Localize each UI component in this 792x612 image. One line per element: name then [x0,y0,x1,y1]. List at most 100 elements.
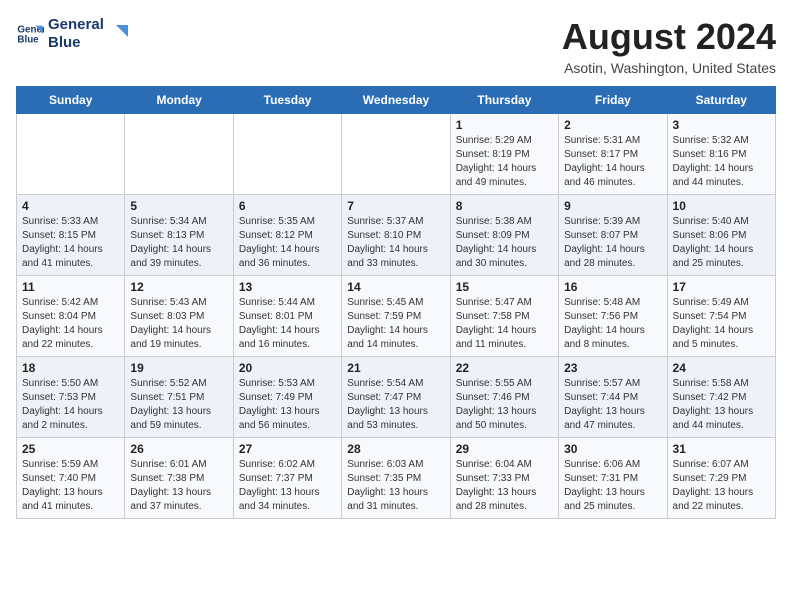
calendar-cell: 27 Sunrise: 6:02 AMSunset: 7:37 PMDayligh… [233,438,341,519]
day-number: 6 [239,199,336,213]
calendar-cell: 16 Sunrise: 5:48 AMSunset: 7:56 PMDayligh… [559,276,667,357]
day-detail: Sunrise: 5:58 AMSunset: 7:42 PMDaylight:… [673,377,770,433]
day-number: 4 [22,199,119,213]
day-detail: Sunrise: 6:01 AMSunset: 7:38 PMDaylight:… [130,458,227,514]
day-detail: Sunrise: 5:43 AMSunset: 8:03 PMDaylight:… [130,296,227,352]
day-detail: Sunrise: 5:35 AMSunset: 8:12 PMDaylight:… [239,215,336,271]
calendar-cell: 21 Sunrise: 5:54 AMSunset: 7:47 PMDayligh… [342,357,450,438]
calendar-cell: 10 Sunrise: 5:40 AMSunset: 8:06 PMDayligh… [667,195,775,276]
calendar-cell: 18 Sunrise: 5:50 AMSunset: 7:53 PMDayligh… [17,357,125,438]
page-header: General Blue General Blue August 2024 As… [16,16,776,76]
calendar-cell [17,114,125,195]
calendar-cell [233,114,341,195]
day-number: 21 [347,361,444,375]
day-number: 9 [564,199,661,213]
day-detail: Sunrise: 5:48 AMSunset: 7:56 PMDaylight:… [564,296,661,352]
calendar-cell: 12 Sunrise: 5:43 AMSunset: 8:03 PMDayligh… [125,276,233,357]
day-header-thursday: Thursday [450,87,558,114]
calendar-cell: 8 Sunrise: 5:38 AMSunset: 8:09 PMDaylight… [450,195,558,276]
day-header-monday: Monday [125,87,233,114]
day-detail: Sunrise: 5:39 AMSunset: 8:07 PMDaylight:… [564,215,661,271]
calendar-cell: 5Sunrise: 5:34 AMSunset: 8:13 PMDaylight… [125,195,233,276]
day-number: 14 [347,280,444,294]
calendar-cell [342,114,450,195]
day-header-wednesday: Wednesday [342,87,450,114]
day-number: 30 [564,442,661,456]
day-number: 10 [673,199,770,213]
logo-blue: Blue [48,34,104,52]
calendar-cell: 26 Sunrise: 6:01 AMSunset: 7:38 PMDayligh… [125,438,233,519]
day-detail: Sunrise: 5:53 AMSunset: 7:49 PMDaylight:… [239,377,336,433]
day-number: 5 [130,199,227,213]
day-detail: Sunrise: 5:29 AMSunset: 8:19 PMDaylight:… [456,134,553,190]
day-number: 12 [130,280,227,294]
month-title: August 2024 [562,16,776,58]
logo-triangle-icon [108,23,130,45]
day-detail: Sunrise: 5:54 AMSunset: 7:47 PMDaylight:… [347,377,444,433]
calendar-table: SundayMondayTuesdayWednesdayThursdayFrid… [16,86,776,519]
day-detail: Sunrise: 5:31 AMSunset: 8:17 PMDaylight:… [564,134,661,190]
calendar-cell: 22Sunrise: 5:55 AMSunset: 7:46 PMDayligh… [450,357,558,438]
day-detail: Sunrise: 5:57 AMSunset: 7:44 PMDaylight:… [564,377,661,433]
day-detail: Sunrise: 5:42 AMSunset: 8:04 PMDaylight:… [22,296,119,352]
day-detail: Sunrise: 5:47 AMSunset: 7:58 PMDaylight:… [456,296,553,352]
day-number: 1 [456,118,553,132]
day-number: 26 [130,442,227,456]
calendar-cell: 31Sunrise: 6:07 AMSunset: 7:29 PMDayligh… [667,438,775,519]
day-number: 20 [239,361,336,375]
calendar-cell: 11 Sunrise: 5:42 AMSunset: 8:04 PMDayligh… [17,276,125,357]
day-header-tuesday: Tuesday [233,87,341,114]
day-number: 2 [564,118,661,132]
calendar-cell: 2 Sunrise: 5:31 AMSunset: 8:17 PMDaylight… [559,114,667,195]
day-number: 11 [22,280,119,294]
logo-general: General [48,16,104,34]
day-detail: Sunrise: 5:33 AMSunset: 8:15 PMDaylight:… [22,215,119,271]
day-detail: Sunrise: 6:03 AMSunset: 7:35 PMDaylight:… [347,458,444,514]
title-block: August 2024 Asotin, Washington, United S… [562,16,776,76]
calendar-cell: 7 Sunrise: 5:37 AMSunset: 8:10 PMDaylight… [342,195,450,276]
calendar-cell: 9 Sunrise: 5:39 AMSunset: 8:07 PMDaylight… [559,195,667,276]
day-number: 8 [456,199,553,213]
day-detail: Sunrise: 5:32 AMSunset: 8:16 PMDaylight:… [673,134,770,190]
calendar-cell: 28 Sunrise: 6:03 AMSunset: 7:35 PMDayligh… [342,438,450,519]
day-number: 29 [456,442,553,456]
calendar-cell: 17Sunrise: 5:49 AMSunset: 7:54 PMDayligh… [667,276,775,357]
day-detail: Sunrise: 5:40 AMSunset: 8:06 PMDaylight:… [673,215,770,271]
calendar-cell: 29 Sunrise: 6:04 AMSunset: 7:33 PMDayligh… [450,438,558,519]
calendar-cell: 14 Sunrise: 5:45 AMSunset: 7:59 PMDayligh… [342,276,450,357]
day-number: 24 [673,361,770,375]
svg-text:Blue: Blue [17,34,39,45]
calendar-cell: 4 Sunrise: 5:33 AMSunset: 8:15 PMDaylight… [17,195,125,276]
calendar-cell: 20 Sunrise: 5:53 AMSunset: 7:49 PMDayligh… [233,357,341,438]
day-detail: Sunrise: 5:37 AMSunset: 8:10 PMDaylight:… [347,215,444,271]
calendar-cell: 1 Sunrise: 5:29 AMSunset: 8:19 PMDaylight… [450,114,558,195]
calendar-cell: 23 Sunrise: 5:57 AMSunset: 7:44 PMDayligh… [559,357,667,438]
day-header-saturday: Saturday [667,87,775,114]
day-detail: Sunrise: 6:07 AMSunset: 7:29 PMDaylight:… [673,458,770,514]
day-detail: Sunrise: 5:45 AMSunset: 7:59 PMDaylight:… [347,296,444,352]
day-header-friday: Friday [559,87,667,114]
day-detail: Sunrise: 6:06 AMSunset: 7:31 PMDaylight:… [564,458,661,514]
day-number: 3 [673,118,770,132]
day-detail: Sunrise: 6:04 AMSunset: 7:33 PMDaylight:… [456,458,553,514]
day-number: 25 [22,442,119,456]
day-detail: Sunrise: 5:59 AMSunset: 7:40 PMDaylight:… [22,458,119,514]
day-detail: Sunrise: 5:55 AMSunset: 7:46 PMDaylight:… [456,377,553,433]
day-detail: Sunrise: 6:02 AMSunset: 7:37 PMDaylight:… [239,458,336,514]
day-detail: Sunrise: 5:50 AMSunset: 7:53 PMDaylight:… [22,377,119,433]
day-number: 17 [673,280,770,294]
day-number: 15 [456,280,553,294]
day-number: 27 [239,442,336,456]
day-number: 7 [347,199,444,213]
day-header-sunday: Sunday [17,87,125,114]
location: Asotin, Washington, United States [562,60,776,76]
day-number: 23 [564,361,661,375]
logo: General Blue General Blue [16,16,130,52]
day-detail: Sunrise: 5:38 AMSunset: 8:09 PMDaylight:… [456,215,553,271]
logo-icon: General Blue [16,20,44,48]
day-number: 18 [22,361,119,375]
calendar-cell: 24 Sunrise: 5:58 AMSunset: 7:42 PMDayligh… [667,357,775,438]
day-number: 19 [130,361,227,375]
day-number: 28 [347,442,444,456]
day-number: 16 [564,280,661,294]
